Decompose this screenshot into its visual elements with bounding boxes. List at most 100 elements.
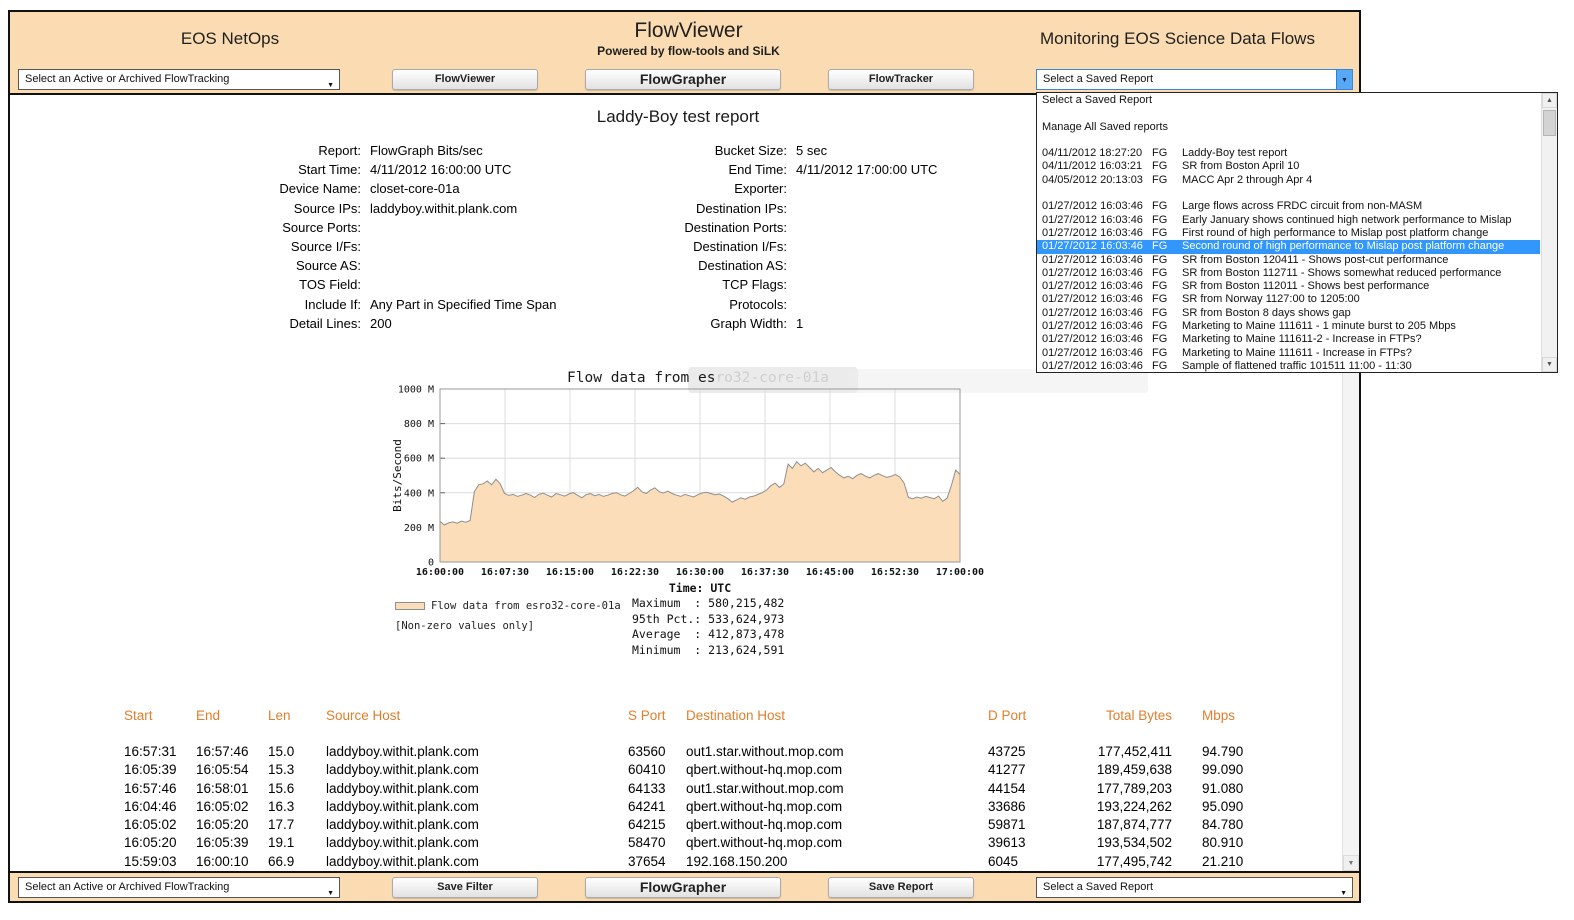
scroll-up-icon[interactable]: ▲ (1542, 93, 1557, 108)
svg-text:600 M: 600 M (404, 454, 434, 465)
footer-saved-report-select[interactable]: Select a Saved Report ▼ (1036, 877, 1353, 898)
dropdown-item[interactable]: 01/27/2012 16:03:46FGFirst round of high… (1037, 227, 1540, 240)
dropdown-item[interactable]: 01/27/2012 16:03:46FGMarketing to Maine … (1037, 347, 1540, 360)
dropdown-item[interactable]: 01/27/2012 16:03:46FGSR from Boston 8 da… (1037, 307, 1540, 320)
param-row: Destination IPs: (434, 199, 937, 218)
item-description: SR from Boston 112711 - Shows somewhat r… (1182, 267, 1540, 280)
dropdown-arrow-button[interactable]: ▼ (1336, 70, 1352, 89)
item-date: 01/27/2012 16:03:46 (1042, 280, 1152, 293)
table-cell: 43725 (988, 743, 1086, 761)
svg-text:16:37:30: 16:37:30 (741, 567, 789, 578)
table-cell: 95.090 (1202, 798, 1272, 816)
table-cell: 91.080 (1202, 780, 1272, 798)
item-type: FG (1152, 240, 1182, 253)
dropdown-item[interactable]: 04/11/2012 18:27:20FGLaddy-Boy test repo… (1037, 147, 1540, 160)
flow-graph-svg: 0200 M400 M600 M800 M1000 M16:00:0016:07… (388, 367, 1178, 604)
param-label: Protocols: (434, 295, 796, 314)
footer-flowgrapher-button[interactable]: FlowGrapher (585, 877, 781, 898)
svg-text:16:45:00: 16:45:00 (806, 567, 854, 578)
table-cell: 44154 (988, 780, 1086, 798)
legend-swatch (395, 602, 425, 610)
footer-flowtracking-select[interactable]: Select an Active or Archived FlowTrackin… (18, 877, 340, 898)
dropdown-item[interactable]: 01/27/2012 16:03:46FGSR from Norway 1127… (1037, 293, 1540, 306)
param-label: Source IPs: (10, 199, 370, 218)
table-cell: 15.6 (268, 780, 326, 798)
svg-text:400 M: 400 M (404, 488, 434, 499)
column-header: Mbps (1202, 707, 1272, 725)
param-label: Exporter: (434, 179, 796, 198)
column-header: D Port (988, 707, 1086, 725)
flowtracking-select[interactable]: Select an Active or Archived FlowTrackin… (18, 69, 340, 90)
dropdown-item[interactable]: 01/27/2012 16:03:46FGSR from Boston 1120… (1037, 280, 1540, 293)
item-description: Laddy-Boy test report (1182, 147, 1540, 160)
item-date: 01/27/2012 16:03:46 (1042, 307, 1152, 320)
table-header-row: StartEndLenSource HostS PortDestination … (124, 707, 1272, 725)
table-cell: 16:05:20 (124, 834, 196, 852)
param-label: Source Ports: (10, 218, 370, 237)
scrollbar-thumb[interactable] (1543, 110, 1556, 136)
param-row: TCP Flags: (434, 275, 937, 294)
save-filter-button[interactable]: Save Filter (392, 877, 538, 898)
param-label: Start Time: (10, 160, 370, 179)
item-date: 01/27/2012 16:03:46 (1042, 254, 1152, 267)
table-cell: 193,534,502 (1086, 834, 1172, 852)
stat-line: 95th Pct.: 533,624,973 (632, 612, 784, 628)
table-cell: out1.star.without.mop.com (686, 743, 988, 761)
flowtracker-button[interactable]: FlowTracker (828, 69, 974, 90)
param-row: Exporter: (434, 179, 937, 198)
dropdown-item[interactable]: 01/27/2012 16:03:46FGSR from Boston 1204… (1037, 254, 1540, 267)
item-description: Early January shows continued high netwo… (1182, 214, 1540, 227)
saved-report-select[interactable]: Select a Saved Report ▼ (1036, 69, 1353, 90)
param-label: End Time: (434, 160, 796, 179)
dropdown-item[interactable]: 04/11/2012 16:03:21FGSR from Boston Apri… (1037, 160, 1540, 173)
table-cell: 66.9 (268, 853, 326, 871)
dropdown-item[interactable]: 01/27/2012 16:03:46FGLarge flows across … (1037, 200, 1540, 213)
org-title: EOS NetOps (70, 29, 390, 49)
save-report-button[interactable]: Save Report (828, 877, 974, 898)
svg-text:16:15:00: 16:15:00 (546, 567, 594, 578)
item-description: Second round of high performance to Misl… (1182, 240, 1540, 253)
flowgrapher-button[interactable]: FlowGrapher (585, 69, 781, 90)
dropdown-item[interactable]: 01/27/2012 16:03:46FGEarly January shows… (1037, 214, 1540, 227)
scroll-down-icon[interactable]: ▼ (1542, 357, 1557, 372)
table-cell: 84.780 (1202, 816, 1272, 834)
table-cell: qbert.without-hq.mop.com (686, 834, 988, 852)
table-cell: 59871 (988, 816, 1086, 834)
param-label: Detail Lines: (10, 314, 370, 333)
table-cell: 16.3 (268, 798, 326, 816)
chart-legend: Flow data from esro32-core-01a [Non-zero… (395, 600, 621, 632)
dropdown-item[interactable]: 04/05/2012 20:13:03FGMACC Apr 2 through … (1037, 174, 1540, 187)
column-header: Len (268, 707, 326, 725)
item-text: Manage All Saved reports (1042, 121, 1540, 134)
dropdown-item (1037, 134, 1540, 147)
dropdown-item[interactable]: 01/27/2012 16:03:46FGMarketing to Maine … (1037, 320, 1540, 333)
item-type: FG (1152, 214, 1182, 227)
table-cell: 63560 (628, 743, 686, 761)
dropdown-scrollbar[interactable]: ▲ ▼ (1541, 93, 1557, 372)
saved-report-select-value: Select a Saved Report (1043, 73, 1153, 85)
dropdown-item-selected[interactable]: 01/27/2012 16:03:46FGSecond round of hig… (1037, 240, 1540, 253)
item-description: SR from Boston 8 days shows gap (1182, 307, 1540, 320)
table-cell: 58470 (628, 834, 686, 852)
dropdown-item[interactable]: Select a Saved Report (1037, 94, 1540, 107)
flowviewer-button[interactable]: FlowViewer (392, 69, 538, 90)
table-row: 16:05:0216:05:2017.7laddyboy.withit.plan… (124, 816, 1272, 834)
dropdown-item[interactable]: 01/27/2012 16:03:46FGMarketing to Maine … (1037, 333, 1540, 346)
table-cell: 177,789,203 (1086, 780, 1172, 798)
table-cell: 80.910 (1202, 834, 1272, 852)
table-cell: qbert.without-hq.mop.com (686, 816, 988, 834)
param-value: 200 (370, 314, 392, 333)
param-row: Destination I/Fs: (434, 237, 937, 256)
legend-note: [Non-zero values only] (395, 620, 621, 632)
table-cell: 39613 (988, 834, 1086, 852)
dropdown-item[interactable]: 01/27/2012 16:03:46FGSample of flattened… (1037, 360, 1540, 372)
dropdown-item[interactable]: Manage All Saved reports (1037, 121, 1540, 134)
svg-text:800 M: 800 M (404, 419, 434, 430)
dropdown-item[interactable]: 01/27/2012 16:03:46FGSR from Boston 1127… (1037, 267, 1540, 280)
param-row: Protocols: (434, 295, 937, 314)
item-date: 01/27/2012 16:03:46 (1042, 333, 1152, 346)
table-cell: 189,459,638 (1086, 761, 1172, 779)
scroll-down-icon[interactable]: ▼ (1343, 855, 1359, 871)
item-text (1042, 107, 1540, 120)
table-cell: 60410 (628, 761, 686, 779)
